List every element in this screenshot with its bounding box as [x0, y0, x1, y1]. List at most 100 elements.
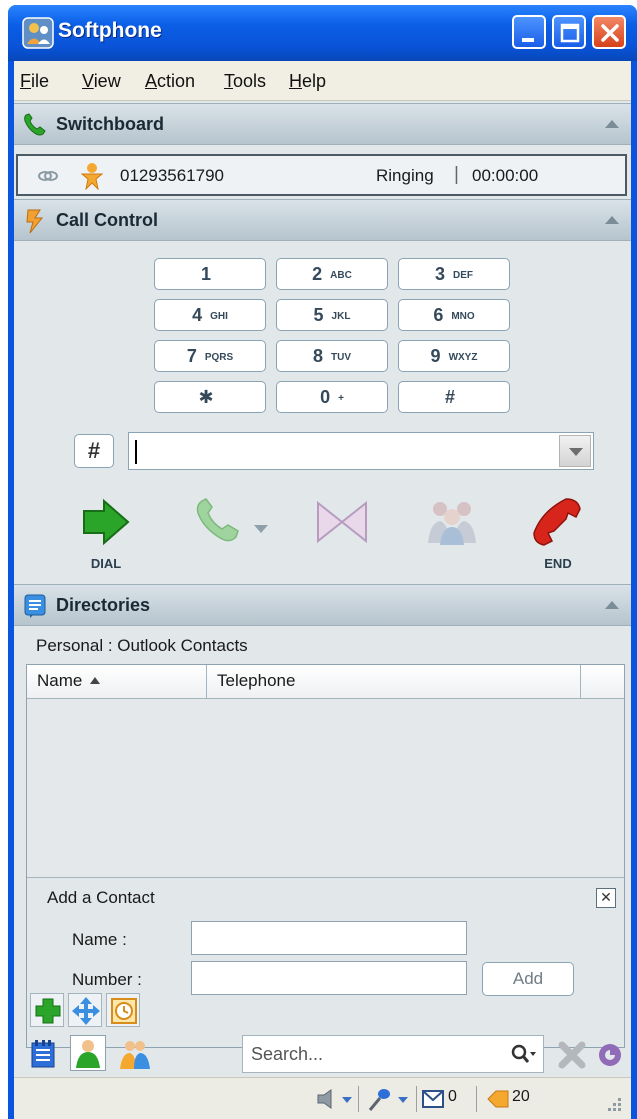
- resize-grip-icon[interactable]: [604, 1096, 624, 1116]
- key-letters: WXYZ: [448, 352, 478, 363]
- key-letters: DEF: [453, 270, 473, 281]
- collapse-arrow-icon[interactable]: [605, 601, 619, 609]
- collapse-arrow-icon[interactable]: [605, 216, 619, 224]
- group-people-icon[interactable]: [118, 1037, 152, 1071]
- search-placeholder: Search...: [251, 1044, 324, 1064]
- contacts-view-button[interactable]: [70, 1035, 106, 1071]
- window-client: File View Action Tools Help Switchboard: [14, 61, 631, 1119]
- switchboard-header[interactable]: Switchboard: [14, 103, 631, 145]
- microphone-icon[interactable]: [366, 1086, 414, 1112]
- key-4[interactable]: 4 GHI: [154, 299, 266, 331]
- key-digit: 2: [312, 264, 323, 284]
- tag-count: 20: [512, 1088, 530, 1105]
- key-letters: TUV: [331, 352, 351, 363]
- notepad-icon[interactable]: [28, 1039, 58, 1069]
- move-arrows-icon: [72, 997, 100, 1025]
- close-icon: [601, 24, 619, 42]
- key-digit: 5: [313, 305, 324, 325]
- conference-button[interactable]: [424, 497, 480, 552]
- add-contact-close-button[interactable]: ✕: [596, 888, 616, 908]
- directories-header[interactable]: Directories: [14, 584, 631, 626]
- add-contact-title: Add a Contact: [47, 888, 155, 907]
- key-digit: 7: [186, 346, 197, 366]
- dial-button[interactable]: DIAL: [78, 497, 134, 571]
- directory-source: Personal : Outlook Contacts: [36, 636, 248, 655]
- key-5[interactable]: 5 JKL: [276, 299, 388, 331]
- key-letters: JKL: [331, 311, 351, 322]
- key-star[interactable]: ✱: [154, 381, 266, 413]
- answer-button[interactable]: [192, 497, 272, 552]
- title-bar[interactable]: Softphone: [8, 5, 637, 61]
- key-digit: 0: [320, 387, 331, 407]
- key-hash[interactable]: #: [398, 381, 510, 413]
- clear-x-icon[interactable]: [558, 1041, 586, 1069]
- call-status: Ringing: [376, 166, 434, 185]
- key-digit: #: [444, 387, 455, 407]
- menu-file[interactable]: File: [20, 71, 49, 92]
- key-7[interactable]: 7 PQRS: [154, 340, 266, 372]
- plus-icon: [35, 998, 61, 1024]
- menu-action[interactable]: Action: [145, 71, 195, 92]
- key-1[interactable]: 1: [154, 258, 266, 290]
- transfer-bowtie-icon: [317, 500, 367, 544]
- contact-number-input[interactable]: [191, 961, 467, 995]
- menu-tools[interactable]: Tools: [224, 71, 266, 92]
- key-2[interactable]: 2 ABC: [276, 258, 388, 290]
- key-letters: +: [338, 393, 344, 404]
- speaker-icon[interactable]: [316, 1088, 356, 1110]
- maximize-button[interactable]: [552, 15, 586, 49]
- tag-icon[interactable]: [486, 1088, 510, 1110]
- call-control-header[interactable]: Call Control: [14, 199, 631, 241]
- column-name-label: Name: [37, 671, 83, 690]
- active-call-row[interactable]: 01293561790 Ringing | 00:00:00: [16, 154, 627, 196]
- key-8[interactable]: 8 TUV: [276, 340, 388, 372]
- key-9[interactable]: 9 WXYZ: [398, 340, 510, 372]
- column-name[interactable]: Name: [27, 665, 207, 699]
- dial-number-input[interactable]: [128, 432, 594, 470]
- status-separator: [476, 1086, 477, 1112]
- minimize-button[interactable]: [512, 15, 546, 49]
- menu-help[interactable]: Help: [289, 71, 326, 92]
- switchboard-title: Switchboard: [56, 114, 165, 134]
- table-header: Name Telephone: [27, 665, 624, 699]
- column-telephone[interactable]: Telephone: [207, 665, 581, 699]
- move-button[interactable]: [68, 993, 102, 1027]
- key-letters: MNO: [451, 311, 475, 322]
- search-input[interactable]: Search...: [242, 1035, 544, 1073]
- conference-people-icon: [428, 502, 476, 545]
- dial-history-dropdown[interactable]: [559, 435, 591, 467]
- status-separator: [416, 1086, 417, 1112]
- keypad-toggle-button[interactable]: #: [74, 434, 114, 468]
- answer-handset-icon: [196, 498, 268, 542]
- close-window-button[interactable]: [592, 15, 626, 49]
- call-control-title: Call Control: [56, 210, 158, 230]
- collapse-arrow-icon[interactable]: [605, 120, 619, 128]
- column-extra[interactable]: [581, 665, 625, 699]
- transfer-button[interactable]: [314, 497, 370, 552]
- caller-person-icon: [80, 163, 104, 190]
- end-call-button[interactable]: END: [530, 497, 586, 571]
- mail-icon[interactable]: [422, 1089, 444, 1109]
- search-icon[interactable]: [511, 1044, 537, 1066]
- key-6[interactable]: 6 MNO: [398, 299, 510, 331]
- menu-view[interactable]: View: [82, 71, 121, 92]
- key-digit: 6: [433, 305, 444, 325]
- menu-bar: File View Action Tools Help: [14, 61, 631, 101]
- link-icon: [38, 171, 58, 181]
- key-digit: 1: [200, 264, 211, 284]
- window-title: Softphone: [58, 19, 162, 42]
- directory-book-icon: [24, 594, 46, 618]
- add-entry-button[interactable]: [30, 993, 64, 1027]
- key-0[interactable]: 0 +: [276, 381, 388, 413]
- key-3[interactable]: 3 DEF: [398, 258, 510, 290]
- dial-label: DIAL: [90, 556, 122, 571]
- refresh-icon[interactable]: [596, 1041, 624, 1069]
- end-label: END: [544, 556, 572, 571]
- minimize-icon: [522, 38, 534, 42]
- mail-count: 0: [448, 1088, 457, 1105]
- key-digit: 8: [312, 346, 323, 366]
- contact-name-input[interactable]: [191, 921, 467, 955]
- history-button[interactable]: [106, 993, 140, 1027]
- clock-icon: [111, 998, 137, 1024]
- maximize-icon: [560, 23, 580, 43]
